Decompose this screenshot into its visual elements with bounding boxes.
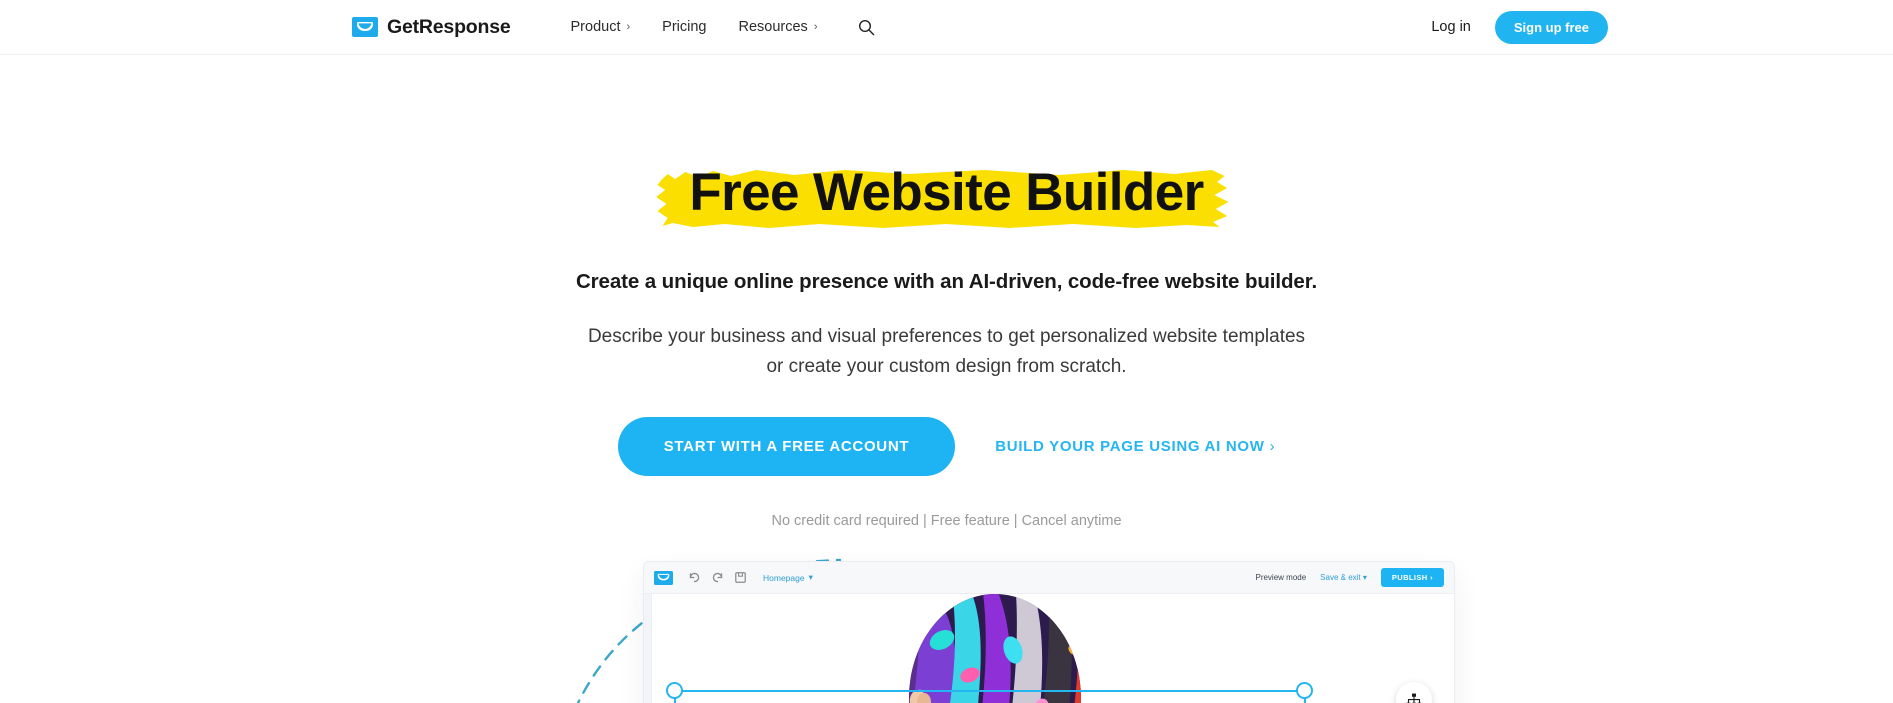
redo-icon[interactable] bbox=[711, 571, 724, 584]
chevron-down-icon: ▾ bbox=[1362, 573, 1367, 583]
brand-name: GetResponse bbox=[387, 15, 511, 38]
nav-item-product-label: Product bbox=[570, 19, 621, 35]
nav-item-pricing-label: Pricing bbox=[662, 19, 707, 35]
headline-wrapper: Free Website Builder bbox=[655, 160, 1237, 229]
chevron-down-icon: ▾ bbox=[808, 572, 813, 583]
undo-icon[interactable] bbox=[688, 571, 701, 584]
login-link[interactable]: Log in bbox=[1431, 19, 1471, 35]
selection-outline-top bbox=[674, 690, 1304, 693]
hero-section: Free Website Builder Create a unique onl… bbox=[0, 55, 1893, 529]
chevron-right-icon: › bbox=[1269, 438, 1276, 456]
abstract-artwork-image[interactable] bbox=[870, 594, 1120, 703]
mockup-publish-button[interactable]: PUBLISH › bbox=[1380, 568, 1444, 588]
mockup-toolbar-icons bbox=[688, 571, 747, 584]
nav-left-group: GetResponse Product › Pricing Resources … bbox=[352, 16, 877, 39]
page-title: Free Website Builder bbox=[689, 163, 1204, 222]
mockup-preview-mode-label[interactable]: Preview mode bbox=[1255, 573, 1306, 582]
save-icon[interactable] bbox=[734, 571, 747, 584]
chevron-right-icon: › bbox=[813, 21, 818, 33]
hero-subheadline: Create a unique online presence with an … bbox=[575, 270, 1318, 293]
top-navigation-bar: GetResponse Product › Pricing Resources … bbox=[0, 0, 1893, 55]
mockup-left-rail bbox=[644, 594, 652, 703]
brand-logo[interactable]: GetResponse bbox=[352, 16, 511, 39]
product-mockup-zone: Homepage ▾ Preview mode Save & exit ▾ PU… bbox=[0, 558, 1893, 703]
mockup-page-label: Homepage bbox=[763, 572, 805, 583]
chevron-right-icon: › bbox=[626, 21, 631, 33]
cta-fineprint: No credit card required | Free feature |… bbox=[771, 513, 1122, 530]
start-free-account-button[interactable]: START WITH A FREE ACCOUNT bbox=[617, 417, 956, 477]
nav-item-resources-label: Resources bbox=[738, 19, 808, 35]
mockup-save-exit-button[interactable]: Save & exit ▾ bbox=[1320, 573, 1367, 582]
signup-free-button[interactable]: Sign up free bbox=[1494, 10, 1608, 44]
nav-right-group: Log in Sign up free bbox=[1431, 10, 1893, 44]
build-page-with-ai-link[interactable]: BUILD YOUR PAGE USING AI NOW › bbox=[995, 438, 1275, 455]
nav-item-pricing[interactable]: Pricing bbox=[646, 19, 722, 35]
mockup-save-exit-label: Save & exit bbox=[1320, 573, 1361, 583]
nav-links: Product › Pricing Resources › bbox=[555, 16, 878, 38]
mockup-canvas-body bbox=[652, 594, 1454, 703]
mockup-toolbar: Homepage ▾ Preview mode Save & exit ▾ PU… bbox=[644, 562, 1454, 595]
nav-item-resources[interactable]: Resources › bbox=[723, 19, 834, 35]
nav-item-product[interactable]: Product › bbox=[555, 19, 647, 35]
selection-handle-right[interactable] bbox=[1296, 682, 1313, 700]
selection-handle-left[interactable] bbox=[666, 682, 683, 700]
sitemap-icon[interactable] bbox=[1396, 682, 1432, 703]
mockup-toolbar-right: Preview mode Save & exit ▾ PUBLISH › bbox=[1255, 568, 1444, 588]
envelope-icon bbox=[352, 17, 378, 37]
envelope-icon bbox=[654, 570, 673, 585]
mockup-page-selector[interactable]: Homepage ▾ bbox=[763, 572, 813, 583]
build-page-with-ai-label: BUILD YOUR PAGE USING AI NOW bbox=[995, 438, 1265, 456]
hero-description-line-1: Describe your business and visual prefer… bbox=[587, 326, 1306, 347]
hero-description-line-2: or create your custom design from scratc… bbox=[766, 356, 1127, 378]
hero-description: Describe your business and visual prefer… bbox=[0, 322, 1893, 382]
search-icon[interactable] bbox=[855, 16, 877, 38]
cta-row: START WITH A FREE ACCOUNT BUILD YOUR PAG… bbox=[0, 417, 1893, 477]
website-builder-mockup: Homepage ▾ Preview mode Save & exit ▾ PU… bbox=[644, 562, 1454, 703]
mockup-canvas bbox=[644, 594, 1454, 703]
